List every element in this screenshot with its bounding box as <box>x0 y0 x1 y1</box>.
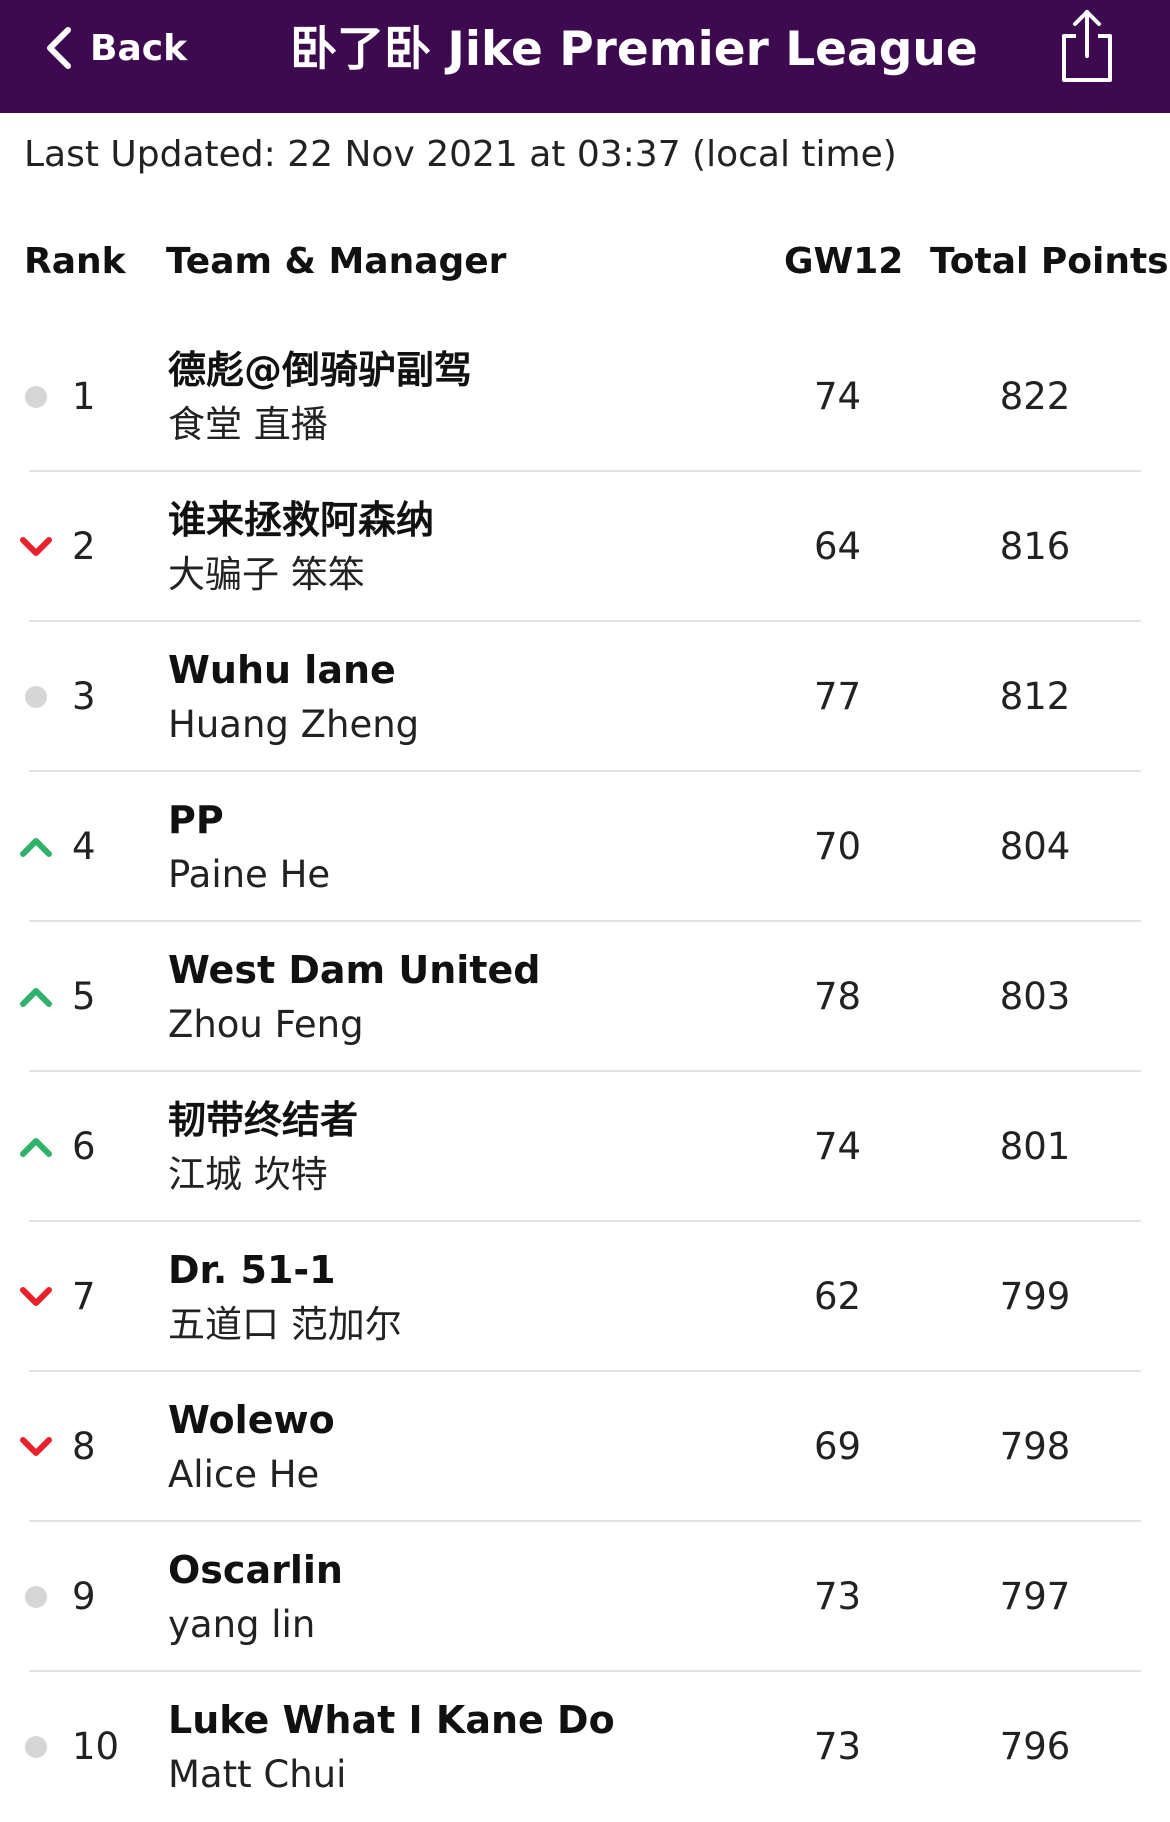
rank-number: 7 <box>72 1275 96 1318</box>
rank-number: 2 <box>72 525 96 568</box>
movement-indicator <box>18 1429 54 1465</box>
gameweek-points: 74 <box>813 1125 862 1168</box>
movement-indicator <box>18 1579 54 1615</box>
total-points: 803 <box>999 975 1071 1018</box>
movement-indicator <box>18 379 54 415</box>
header-gameweek: GW12 <box>784 241 904 282</box>
header-rank: Rank <box>24 241 126 282</box>
table-row[interactable]: 8 Wolewo Alice He 69 798 <box>0 1372 1170 1522</box>
no-change-dot-icon <box>25 686 47 708</box>
table-row[interactable]: 4 PP Paine He 70 804 <box>0 772 1170 922</box>
manager-name: 食堂 直播 <box>168 403 328 446</box>
top-nav-bar: Back 卧了卧 Jike Premier League <box>0 0 1170 113</box>
table-row[interactable]: 9 Oscarlin yang lin 73 797 <box>0 1522 1170 1672</box>
table-row[interactable]: 10 Luke What I Kane Do Matt Chui 73 796 <box>0 1672 1170 1822</box>
total-points: 798 <box>999 1425 1071 1468</box>
table-row[interactable]: 1 德彪@倒骑驴副驾 食堂 直播 74 822 <box>0 322 1170 472</box>
manager-name: 大骗子 笨笨 <box>168 553 365 596</box>
team-name: 韧带终结者 <box>168 1098 359 1142</box>
chevron-left-icon <box>47 27 71 69</box>
rank-number: 4 <box>72 825 96 868</box>
manager-name: 五道口 范加尔 <box>168 1303 402 1346</box>
rank-number: 6 <box>72 1125 96 1168</box>
total-points: 796 <box>999 1725 1071 1768</box>
arrow-up-icon <box>20 838 52 857</box>
arrow-down-icon <box>20 1437 52 1456</box>
table-row[interactable]: 2 谁来拯救阿森纳 大骗子 笨笨 64 816 <box>0 472 1170 622</box>
header-total-points: Total Points <box>930 241 1169 282</box>
manager-name: Alice He <box>168 1453 320 1496</box>
team-name: PP <box>168 798 224 842</box>
team-name: Wolewo <box>168 1398 335 1442</box>
table-row[interactable]: 5 West Dam United Zhou Feng 78 803 <box>0 922 1170 1072</box>
manager-name: 江城 坎特 <box>168 1153 328 1196</box>
team-name: West Dam United <box>168 948 541 992</box>
share-icon <box>1062 10 1112 82</box>
manager-name: Paine He <box>168 853 331 896</box>
standings-list: 1 德彪@倒骑驴副驾 食堂 直播 74 822 2 谁来拯救阿森纳 大骗子 笨笨… <box>0 322 1170 1822</box>
manager-name: yang lin <box>168 1603 316 1646</box>
manager-name: Matt Chui <box>168 1753 347 1796</box>
page-title: 卧了卧 Jike Premier League <box>290 22 978 77</box>
rank-number: 5 <box>72 975 96 1018</box>
team-name: 谁来拯救阿森纳 <box>168 498 435 542</box>
rank-number: 9 <box>72 1575 96 1618</box>
back-button[interactable]: Back <box>42 22 187 74</box>
no-change-dot-icon <box>25 1736 47 1758</box>
table-row[interactable]: 3 Wuhu lane Huang Zheng 77 812 <box>0 622 1170 772</box>
gameweek-points: 73 <box>813 1575 862 1618</box>
no-change-dot-icon <box>25 1586 47 1608</box>
arrow-down-icon <box>20 537 52 556</box>
rank-number: 3 <box>72 675 96 718</box>
table-header: Rank Team & Manager GW12 Total Points <box>0 232 1170 292</box>
rank-number: 8 <box>72 1425 96 1468</box>
total-points: 797 <box>999 1575 1071 1618</box>
gameweek-points: 74 <box>813 375 862 418</box>
gameweek-points: 77 <box>813 675 862 718</box>
gameweek-points: 64 <box>813 525 862 568</box>
arrow-up-icon <box>20 1138 52 1157</box>
movement-indicator <box>18 1279 54 1315</box>
total-points: 804 <box>999 825 1071 868</box>
table-row[interactable]: 6 韧带终结者 江城 坎特 74 801 <box>0 1072 1170 1222</box>
rank-number: 10 <box>72 1725 120 1768</box>
table-row[interactable]: 7 Dr. 51-1 五道口 范加尔 62 799 <box>0 1222 1170 1372</box>
share-button[interactable] <box>1054 6 1120 86</box>
movement-indicator <box>18 1129 54 1165</box>
movement-indicator <box>18 1729 54 1765</box>
total-points: 801 <box>999 1125 1071 1168</box>
gameweek-points: 62 <box>813 1275 862 1318</box>
rank-number: 1 <box>72 375 96 418</box>
team-name: 德彪@倒骑驴副驾 <box>168 348 473 392</box>
total-points: 799 <box>999 1275 1071 1318</box>
movement-indicator <box>18 829 54 865</box>
team-name: Dr. 51-1 <box>168 1248 336 1292</box>
total-points: 812 <box>999 675 1071 718</box>
header-team-manager: Team & Manager <box>166 241 507 282</box>
gameweek-points: 69 <box>813 1425 862 1468</box>
gameweek-points: 73 <box>813 1725 862 1768</box>
team-name: Oscarlin <box>168 1548 343 1592</box>
team-name: Luke What I Kane Do <box>168 1698 615 1742</box>
manager-name: Zhou Feng <box>168 1003 364 1046</box>
arrow-down-icon <box>20 1287 52 1306</box>
last-updated-text: Last Updated: 22 Nov 2021 at 03:37 (loca… <box>24 134 897 175</box>
movement-indicator <box>18 529 54 565</box>
gameweek-points: 78 <box>813 975 862 1018</box>
gameweek-points: 70 <box>813 825 862 868</box>
movement-indicator <box>18 679 54 715</box>
back-label: Back <box>90 27 188 69</box>
no-change-dot-icon <box>25 386 47 408</box>
movement-indicator <box>18 979 54 1015</box>
total-points: 822 <box>999 375 1071 418</box>
arrow-up-icon <box>20 988 52 1007</box>
manager-name: Huang Zheng <box>168 703 420 746</box>
total-points: 816 <box>999 525 1071 568</box>
team-name: Wuhu lane <box>168 648 396 692</box>
